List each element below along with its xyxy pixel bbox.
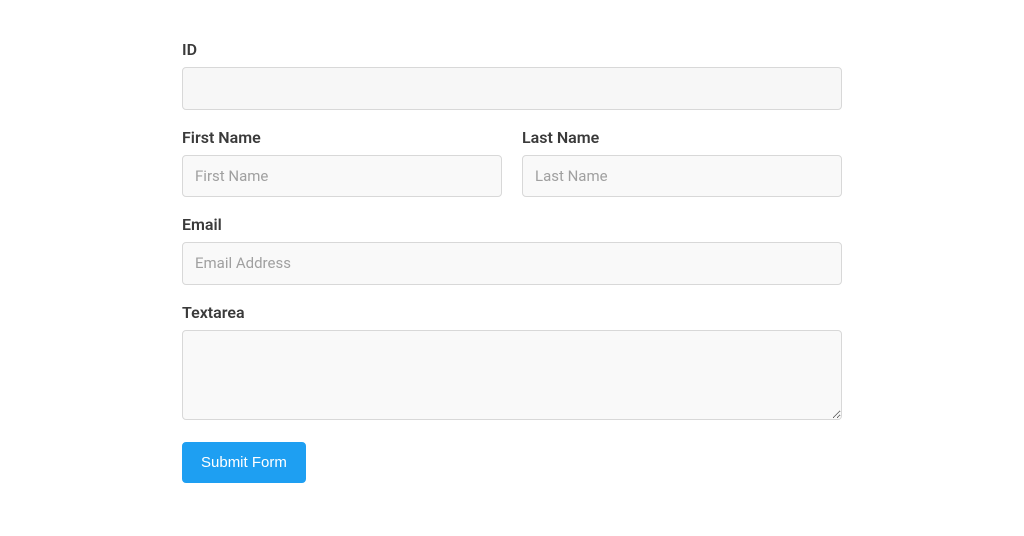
textarea-label: Textarea	[182, 303, 842, 322]
last-name-group: Last Name	[522, 128, 842, 198]
last-name-input[interactable]	[522, 155, 842, 198]
name-row: First Name Last Name	[182, 128, 842, 216]
first-name-input[interactable]	[182, 155, 502, 198]
form-container: ID First Name Last Name Email Textarea S…	[172, 40, 852, 483]
id-label: ID	[182, 40, 842, 59]
last-name-label: Last Name	[522, 128, 842, 147]
id-group: ID	[182, 40, 842, 110]
id-input[interactable]	[182, 67, 842, 110]
submit-button[interactable]: Submit Form	[182, 442, 306, 483]
first-name-label: First Name	[182, 128, 502, 147]
email-group: Email	[182, 215, 842, 285]
textarea-group: Textarea	[182, 303, 842, 424]
email-input[interactable]	[182, 242, 842, 285]
user-form: ID First Name Last Name Email Textarea S…	[182, 40, 842, 483]
textarea-input[interactable]	[182, 330, 842, 420]
email-label: Email	[182, 215, 842, 234]
first-name-group: First Name	[182, 128, 502, 198]
